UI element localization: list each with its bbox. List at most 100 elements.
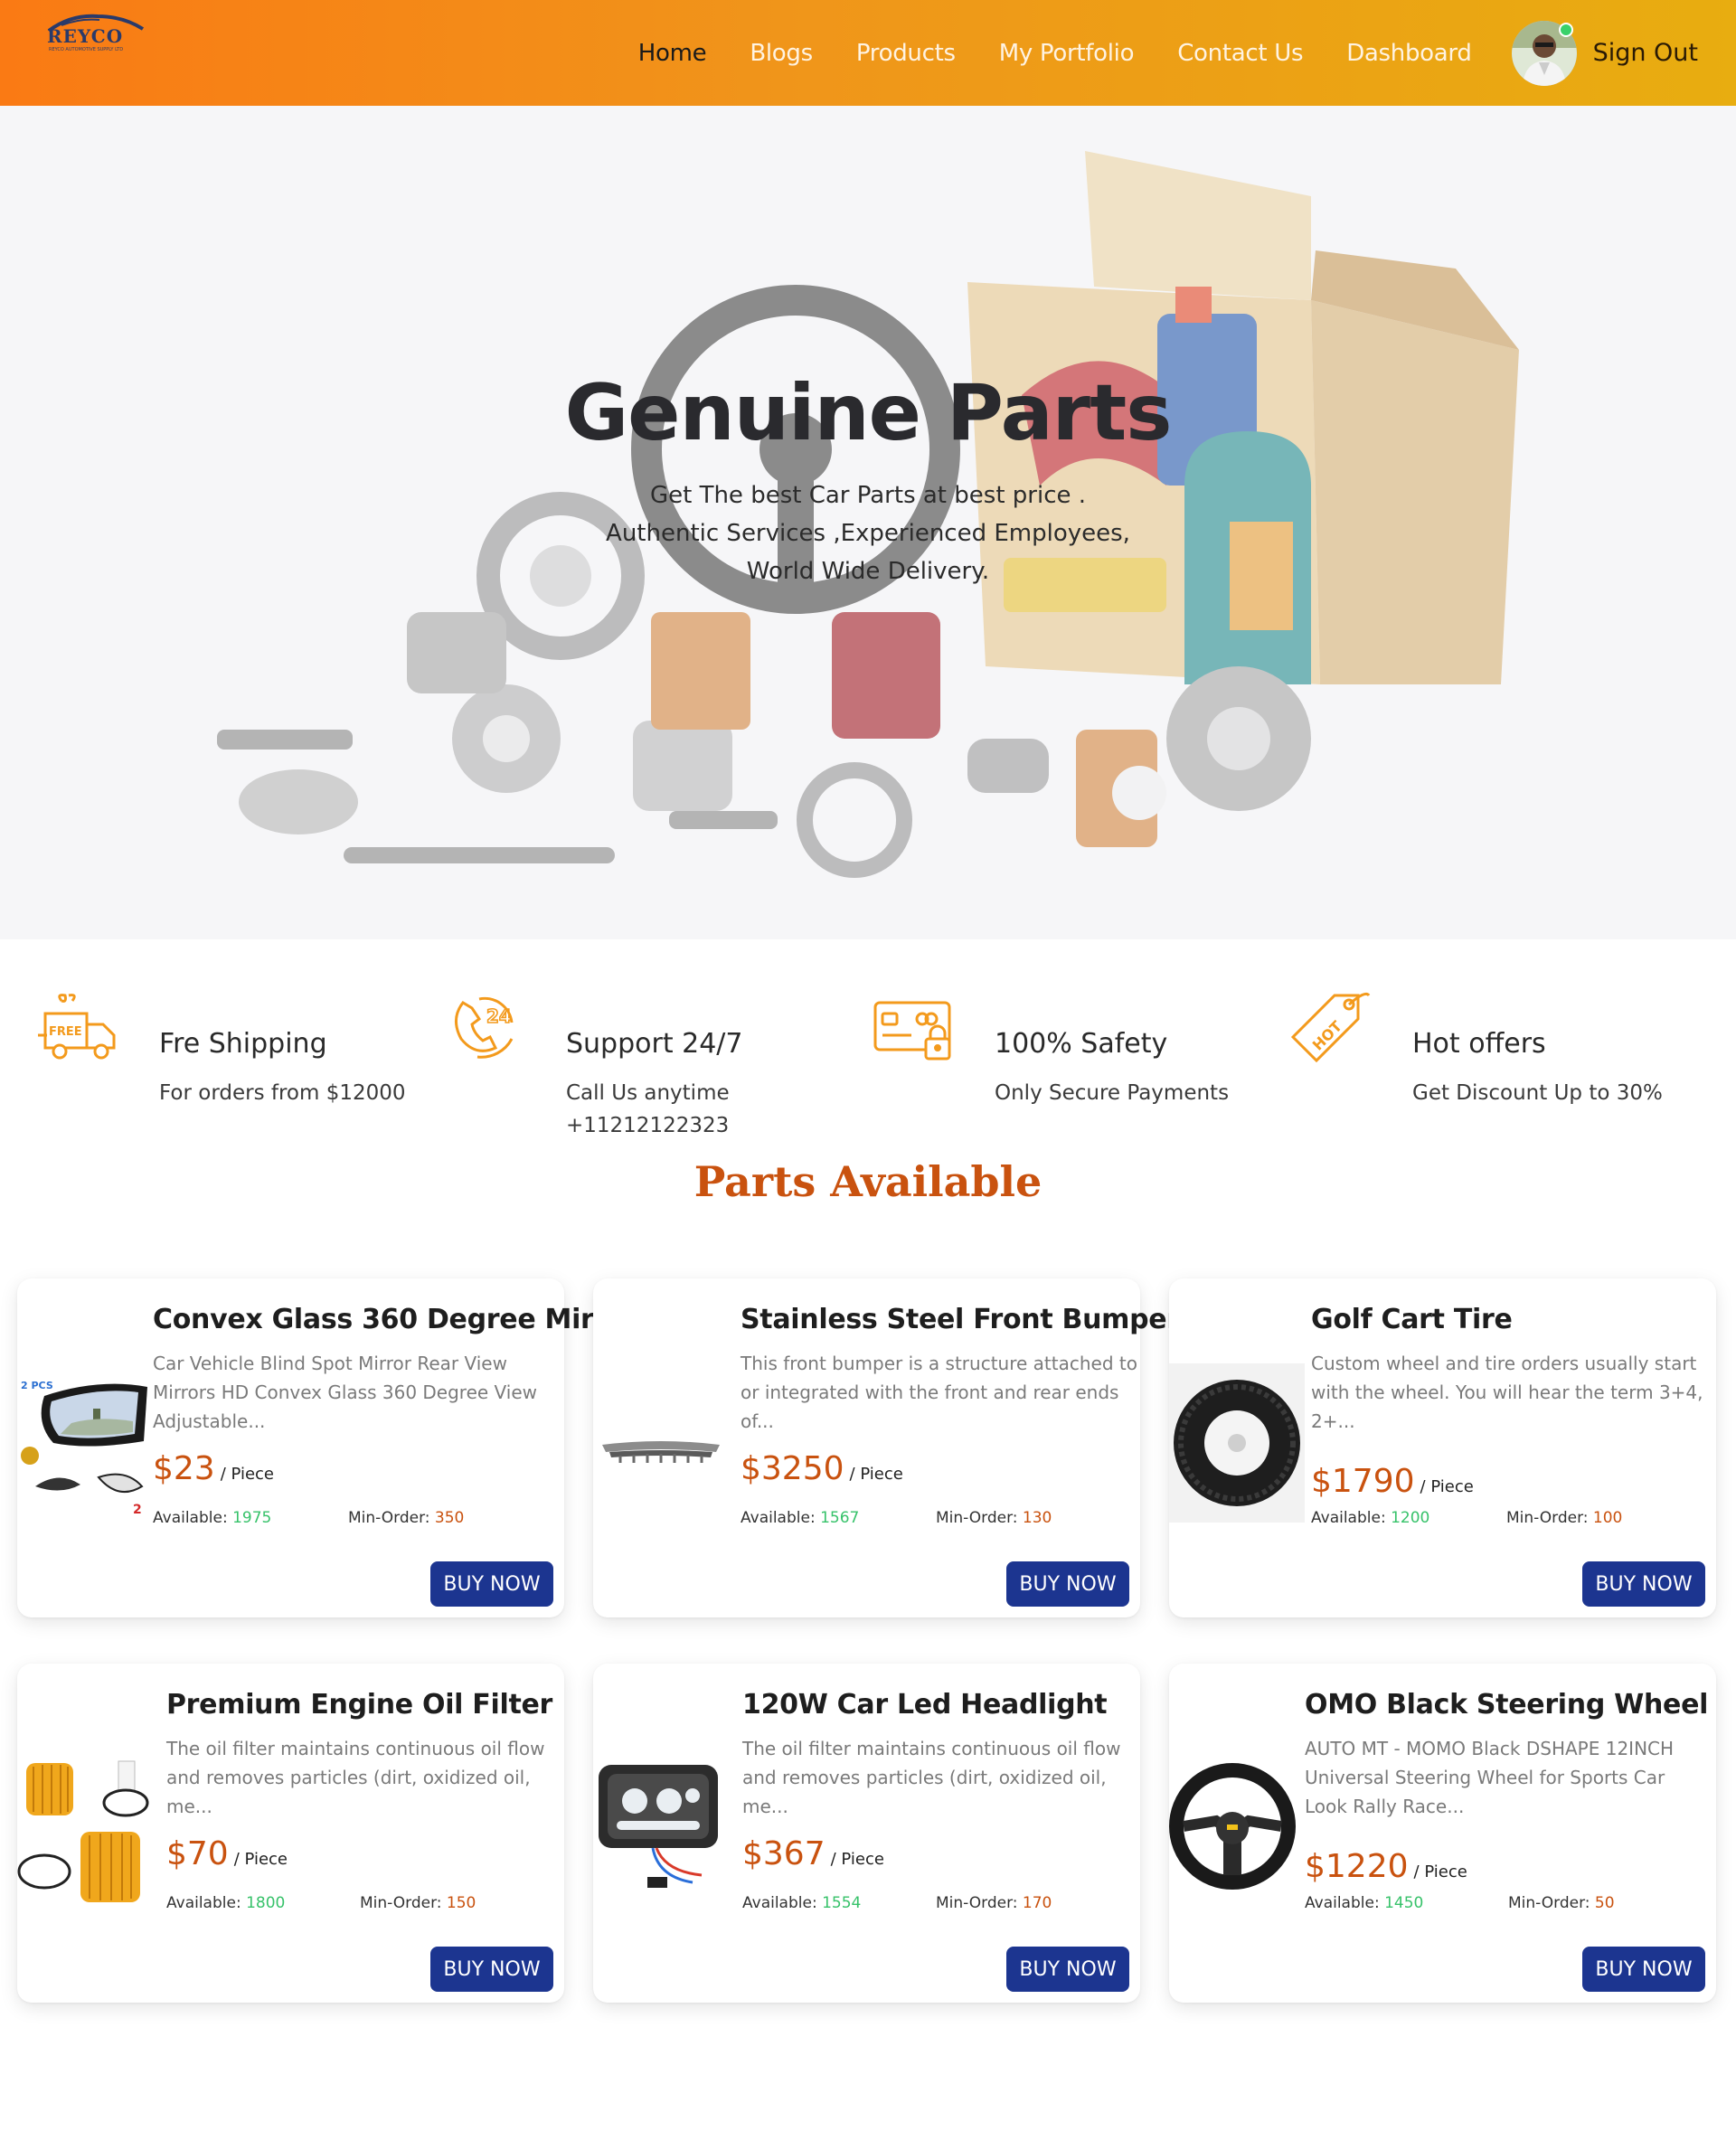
feature-title: 100% Safety: [995, 1028, 1168, 1060]
product-name[interactable]: 120W Car Led Headlight: [742, 1689, 1108, 1721]
min-order-value: 50: [1594, 1894, 1615, 1912]
features-strip: FREE Fre Shipping For orders from $12000…: [0, 939, 1736, 1138]
oil-filter-image: [17, 1760, 149, 1902]
nav-dashboard-link[interactable]: Dashboard: [1346, 40, 1472, 67]
product-name[interactable]: Premium Engine Oil Filter: [166, 1689, 552, 1721]
secure-card-lock-icon: [873, 1001, 951, 1061]
product-image: [593, 1369, 729, 1532]
led-headlight-image: [599, 1765, 718, 1888]
available-stock: Available: 1975: [153, 1509, 271, 1527]
available-value: 1450: [1384, 1894, 1424, 1912]
min-order: Min-Order: 350: [348, 1509, 464, 1527]
nav-products-link[interactable]: Products: [856, 40, 956, 67]
hero-title: Genuine Parts: [564, 368, 1173, 458]
available-label: Available:: [1305, 1894, 1380, 1912]
feature-desc: Only Secure Payments: [995, 1081, 1230, 1105]
buy-now-button[interactable]: BUY NOW: [430, 1947, 553, 1992]
product-image: [1169, 1360, 1305, 1523]
support-24-icon: 24: [455, 996, 514, 1059]
price-unit: / Piece: [1413, 1862, 1467, 1881]
product-card: Stainless Steel Front Bumper This front …: [593, 1278, 1180, 1617]
sign-out-button[interactable]: Sign Out: [1593, 39, 1698, 67]
nav-links: Home Blogs Products My Portfolio Contact…: [638, 0, 1736, 106]
min-order-label: Min-Order:: [1508, 1894, 1590, 1912]
buy-now-button[interactable]: BUY NOW: [1582, 1561, 1705, 1607]
available-stock: Available: 1450: [1305, 1894, 1423, 1912]
price-value: $3250: [741, 1450, 844, 1487]
free-shipping-truck-icon: FREE: [38, 994, 116, 1060]
feature-title: Hot offers: [1412, 1028, 1546, 1060]
feature-title: Support 24/7: [566, 1028, 743, 1060]
product-info: Convex Glass 360 Degree Mirror Car Vehic…: [153, 1278, 638, 1617]
product-info: 120W Car Led Headlight The oil filter ma…: [742, 1664, 1140, 2003]
product-name[interactable]: Golf Cart Tire: [1311, 1304, 1513, 1335]
price-unit: / Piece: [1420, 1477, 1474, 1496]
svg-text:REYCO AUTOMOTIVE SUPPLY LTD: REYCO AUTOMOTIVE SUPPLY LTD: [49, 47, 123, 52]
feature-phone[interactable]: +11212122323: [566, 1109, 730, 1142]
price-unit: / Piece: [849, 1465, 903, 1484]
product-card: 120W Car Led Headlight The oil filter ma…: [593, 1664, 1140, 2003]
product-description: This front bumper is a structure attache…: [741, 1353, 1137, 1432]
front-bumper-image: [602, 1441, 720, 1463]
product-description: The oil filter maintains continuous oil …: [742, 1738, 1121, 1817]
available-stock: Available: 1200: [1311, 1509, 1429, 1527]
hot-tag-icon: HOT: [1290, 992, 1371, 1063]
feature-desc-line: Call Us anytime: [566, 1081, 730, 1105]
min-order-value: 350: [434, 1509, 465, 1527]
convex-mirror-image: 2 PCS 2: [21, 1380, 147, 1517]
product-image: [1169, 1763, 1305, 1926]
price-unit: / Piece: [233, 1850, 288, 1869]
min-order-value: 100: [1592, 1509, 1623, 1527]
min-order-value: 150: [446, 1894, 476, 1912]
price-unit: / Piece: [830, 1850, 884, 1869]
available-stock: Available: 1800: [166, 1894, 285, 1912]
buy-now-button[interactable]: BUY NOW: [430, 1561, 553, 1607]
price-value: $70: [166, 1835, 229, 1872]
svg-text:2 PCS: 2 PCS: [21, 1380, 53, 1391]
price-value: $367: [742, 1835, 826, 1872]
product-info: OMO Black Steering Wheel AUTO MT - MOMO …: [1305, 1664, 1716, 2003]
brand-logo[interactable]: REYCO REYCO AUTOMOTIVE SUPPLY LTD: [43, 13, 148, 54]
nav-blogs-link[interactable]: Blogs: [750, 40, 813, 67]
product-info: Golf Cart Tire Custom wheel and tire ord…: [1311, 1278, 1716, 1617]
user-avatar[interactable]: [1511, 20, 1577, 86]
product-price: $23 / Piece: [153, 1450, 274, 1487]
price-value: $23: [153, 1450, 215, 1487]
product-price: $1790 / Piece: [1311, 1463, 1474, 1500]
product-description: AUTO MT - MOMO Black DSHAPE 12INCH Unive…: [1305, 1738, 1675, 1817]
available-value: 1200: [1391, 1509, 1430, 1527]
section-title: Parts Available: [693, 1157, 1043, 1206]
buy-now-button[interactable]: BUY NOW: [1582, 1947, 1705, 1992]
min-order: Min-Order: 170: [936, 1894, 1052, 1912]
min-order: Min-Order: 130: [936, 1509, 1052, 1527]
hero-banner: Genuine Parts Get The best Car Parts at …: [0, 106, 1736, 939]
min-order: Min-Order: 100: [1506, 1509, 1622, 1527]
buy-now-button[interactable]: BUY NOW: [1006, 1561, 1129, 1607]
product-name[interactable]: Stainless Steel Front Bumper: [741, 1304, 1180, 1335]
price-unit: / Piece: [220, 1465, 275, 1484]
product-name[interactable]: Convex Glass 360 Degree Mirror: [153, 1304, 638, 1335]
product-card: 2 PCS 2 Convex Glass 360 Degree Mirror C…: [17, 1278, 638, 1617]
nav-contact-link[interactable]: Contact Us: [1177, 40, 1303, 67]
golf-cart-tire-image: [1169, 1363, 1305, 1523]
product-info: Stainless Steel Front Bumper This front …: [741, 1278, 1180, 1617]
feature-desc: For orders from $12000: [159, 1081, 406, 1105]
min-order: Min-Order: 50: [1508, 1894, 1615, 1912]
product-name[interactable]: OMO Black Steering Wheel: [1305, 1689, 1708, 1721]
product-price: $1220/ Piece: [1305, 1848, 1467, 1885]
min-order: Min-Order: 150: [360, 1894, 476, 1912]
svg-text:FREE: FREE: [49, 1025, 82, 1039]
product-price: $70/ Piece: [166, 1835, 288, 1872]
buy-now-button[interactable]: BUY NOW: [1006, 1947, 1129, 1992]
nav-home-link[interactable]: Home: [638, 40, 707, 67]
product-card: Premium Engine Oil Filter The oil filter…: [17, 1664, 564, 2003]
available-label: Available:: [742, 1894, 817, 1912]
product-image: [593, 1754, 729, 1917]
top-navbar: REYCO REYCO AUTOMOTIVE SUPPLY LTD Home B…: [0, 0, 1736, 106]
min-order-label: Min-Order:: [1506, 1509, 1589, 1527]
nav-portfolio-link[interactable]: My Portfolio: [999, 40, 1135, 67]
min-order-label: Min-Order:: [936, 1509, 1018, 1527]
available-label: Available:: [1311, 1509, 1386, 1527]
product-card: Golf Cart Tire Custom wheel and tire ord…: [1169, 1278, 1716, 1617]
product-image: [17, 1754, 153, 1917]
